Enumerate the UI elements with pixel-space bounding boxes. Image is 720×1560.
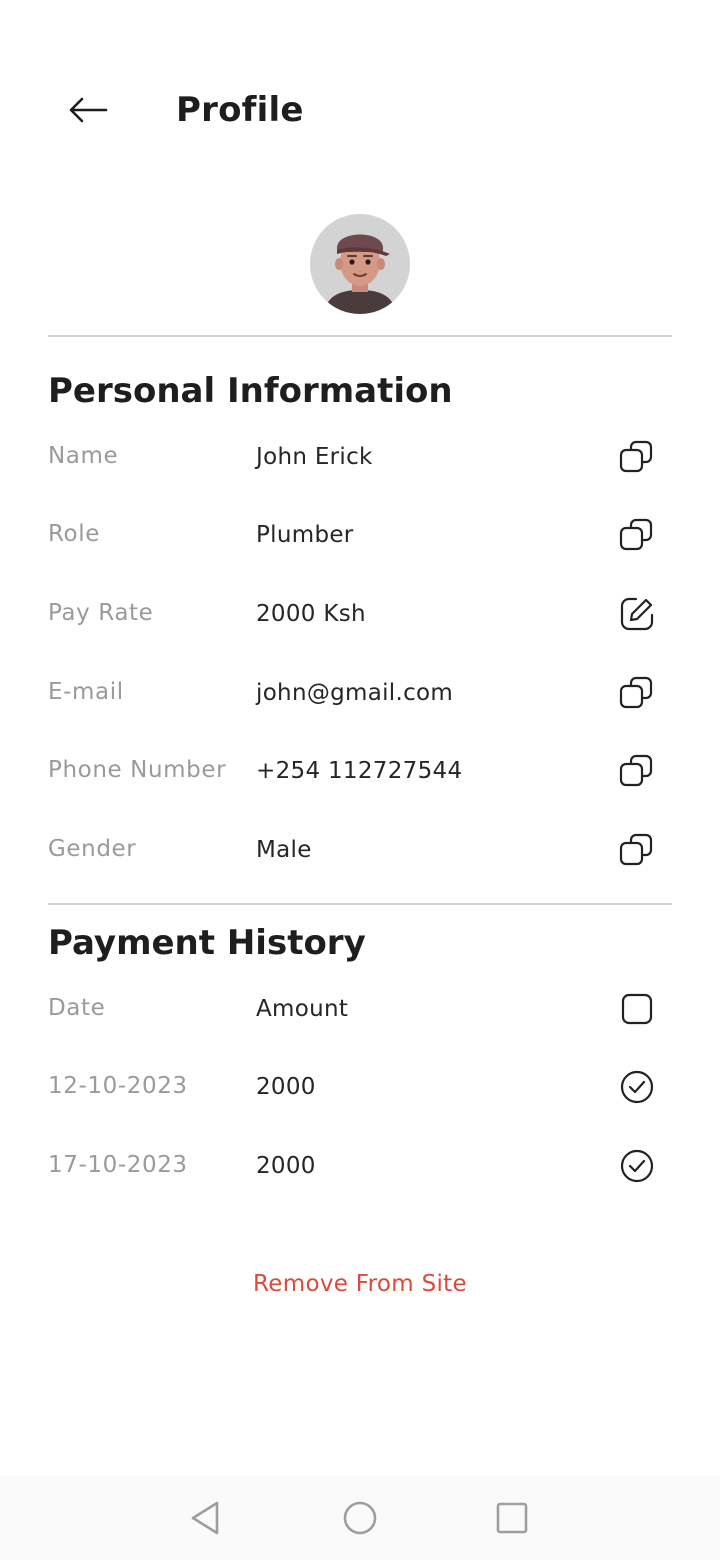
remove-from-site-button[interactable]: Remove From Site [0,1266,720,1302]
info-row-pay-rate: Pay Rate 2000 Ksh [48,593,672,653]
copy-icon [619,754,653,787]
payment-history-title: Payment History [48,923,366,963]
info-label: Name [48,443,119,469]
checkbox-empty-icon [621,993,653,1025]
payment-row: 12-10-2023 2000 [48,1066,672,1126]
info-value: john@gmail.com [256,680,454,706]
divider-top [48,335,672,337]
copy-button[interactable] [618,674,656,712]
payment-status-toggle[interactable] [618,1147,656,1185]
nav-recents-button[interactable] [488,1494,536,1542]
copy-icon [619,676,653,709]
info-row-name: Name John Erick [48,436,672,496]
avatar [310,214,410,314]
copy-button[interactable] [618,831,656,869]
copy-button[interactable] [618,516,656,554]
copy-icon [619,833,653,866]
info-label: Pay Rate [48,600,154,626]
circle-home-icon [343,1501,377,1535]
payment-amount: 2000 [256,1074,316,1100]
copy-icon [619,518,653,551]
info-value: 2000 Ksh [256,601,366,627]
info-value: John Erick [256,444,373,470]
info-row-email: E-mail john@gmail.com [48,672,672,732]
page-title: Profile [176,90,304,130]
nav-back-button[interactable] [182,1494,230,1542]
info-label: E-mail [48,679,124,705]
divider-middle [48,903,672,905]
info-value: +254 112727544 [256,758,463,784]
edit-pay-rate-button[interactable] [618,595,656,633]
copy-icon [619,440,653,473]
square-recents-icon [496,1502,528,1534]
column-header-date: Date [48,995,106,1021]
triangle-back-icon [191,1501,219,1535]
info-label: Phone Number [48,757,227,783]
info-row-role: Role Plumber [48,514,672,574]
system-nav-bar [0,1476,720,1560]
payment-row: 17-10-2023 2000 [48,1145,672,1205]
edit-icon [620,597,654,631]
payment-date: 12-10-2023 [48,1073,188,1099]
payment-amount: 2000 [256,1153,316,1179]
copy-button[interactable] [618,752,656,790]
info-row-phone: Phone Number +254 112727544 [48,750,672,810]
payment-header-row: Date Amount [48,988,672,1048]
info-value: Plumber [256,522,354,548]
copy-button[interactable] [618,438,656,476]
arrow-left-icon [69,97,108,123]
back-button[interactable] [60,88,116,132]
info-label: Role [48,521,100,547]
app-header: Profile [0,0,720,200]
column-header-amount: Amount [256,996,349,1022]
select-all-checkbox[interactable] [618,990,656,1028]
nav-home-button[interactable] [336,1494,384,1542]
check-circle-icon [620,1149,654,1183]
info-row-gender: Gender Male [48,829,672,889]
payment-date: 17-10-2023 [48,1152,188,1178]
check-circle-icon [620,1070,654,1104]
personal-info-title: Personal Information [48,371,453,411]
info-label: Gender [48,836,137,862]
payment-status-toggle[interactable] [618,1068,656,1106]
info-value: Male [256,837,312,863]
